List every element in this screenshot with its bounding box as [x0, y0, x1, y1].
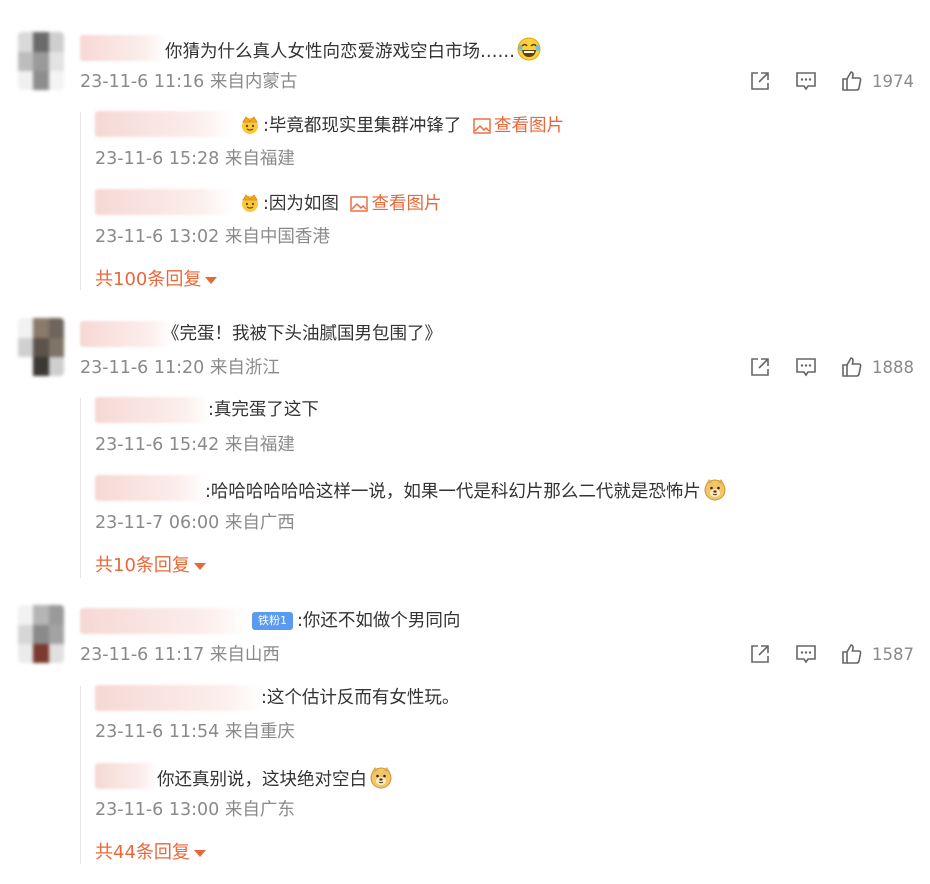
comment-meta: 23-11-6 11:17 来自山西 [80, 645, 280, 665]
share-icon[interactable] [748, 642, 772, 666]
reply-text-content: 你还真别说，这块绝对空白 [157, 770, 367, 790]
username-blurred[interactable] [80, 608, 248, 634]
fan-badge: 铁粉1 [252, 612, 293, 630]
reply-meta: 23-11-6 11:54 来自重庆 [95, 722, 295, 742]
reply-username-blurred[interactable] [95, 685, 263, 711]
reply-meta: 23-11-6 13:00 来自广东 [95, 800, 295, 820]
reply-text: :这个估计反而有女性玩。 [261, 688, 460, 708]
comment-actions: 1587 [748, 641, 914, 667]
more-replies-link[interactable]: 共44条回复 [95, 841, 206, 865]
comment-icon[interactable] [794, 642, 818, 666]
like-icon[interactable] [840, 642, 864, 666]
comment-text-content: :你还不如做个男同向 [297, 611, 461, 631]
more-replies-label: 共44条回复 [95, 842, 190, 863]
doge-emoji-icon [369, 765, 393, 795]
avatar[interactable] [18, 605, 64, 663]
comment-3: 铁粉1:你还不如做个男同向 23-11-6 11:17 来自山西 1587 :这… [0, 0, 930, 884]
comment-text: 铁粉1:你还不如做个男同向 [252, 610, 460, 632]
chevron-down-icon [193, 849, 206, 857]
reply-username-blurred[interactable] [95, 763, 157, 789]
like-count: 1587 [872, 644, 914, 664]
reply-text: 你还真别说，这块绝对空白 [157, 765, 393, 795]
reply-divider [80, 686, 81, 864]
